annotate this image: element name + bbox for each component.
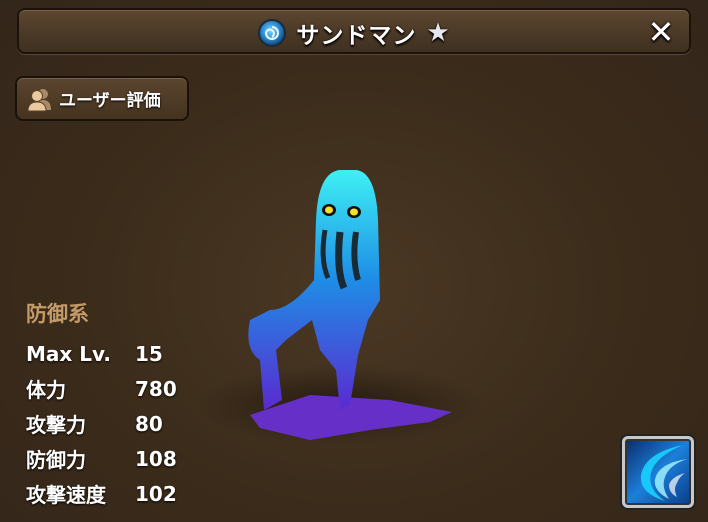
stat-label: 防御力 — [26, 448, 86, 472]
stat-label: 攻撃力 — [26, 413, 86, 437]
skill-button[interactable] — [622, 436, 694, 508]
user-review-button[interactable]: ユーザー評価 — [15, 76, 189, 121]
user-review-label: ユーザー評価 — [59, 91, 161, 111]
monster-model — [190, 160, 490, 450]
title-group: サンドマン ★ — [19, 16, 689, 50]
stat-label: 攻撃速度 — [26, 483, 106, 507]
close-button[interactable]: ✕ — [645, 14, 677, 50]
monster-category: 防御系 — [26, 302, 89, 326]
stat-row-speed: 攻撃速度 102 — [26, 476, 177, 511]
star-icon: ★ — [426, 18, 450, 48]
users-icon — [27, 86, 53, 112]
stat-value: 108 — [135, 446, 177, 471]
stat-value: 80 — [135, 411, 163, 436]
monster-name: サンドマン — [296, 23, 417, 49]
stat-value: 780 — [135, 376, 177, 401]
wave-slash-skill-icon — [640, 445, 687, 501]
stat-value: 102 — [135, 481, 177, 506]
stat-row-defense: 防御力 108 — [26, 441, 177, 476]
stat-value: 15 — [135, 341, 163, 366]
stat-label: Max Lv. — [26, 341, 112, 366]
stat-row-max-level: Max Lv. 15 — [26, 336, 177, 371]
stat-row-hp: 体力 780 — [26, 371, 177, 406]
stat-row-attack: 攻撃力 80 — [26, 406, 177, 441]
title-bar: サンドマン ★ ✕ — [17, 8, 691, 54]
stats-list: Max Lv. 15 体力 780 攻撃力 80 防御力 108 攻撃速度 10… — [26, 336, 177, 511]
water-element-icon — [258, 19, 287, 47]
stat-label: 体力 — [26, 378, 66, 402]
